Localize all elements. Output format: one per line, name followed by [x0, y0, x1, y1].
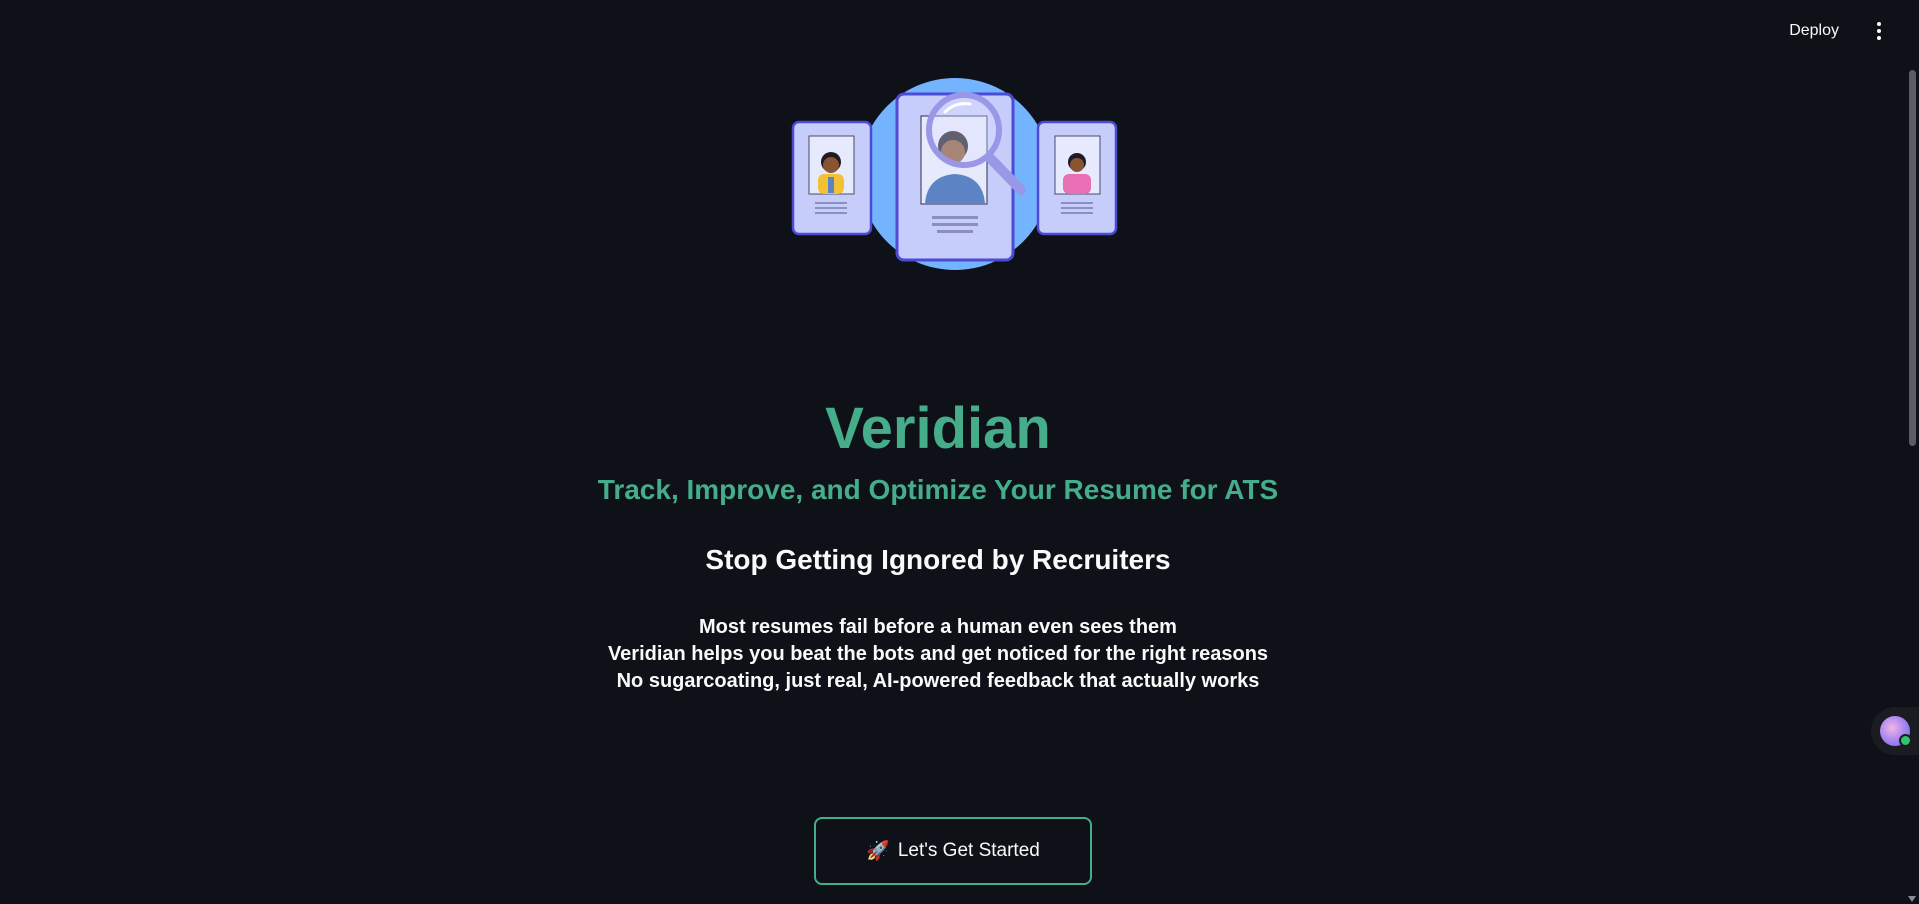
scroll-down-arrow-icon[interactable] — [1908, 896, 1916, 902]
resume-card-right — [1036, 120, 1118, 236]
get-started-button[interactable]: 🚀 Let's Get Started — [814, 817, 1092, 885]
vertical-dot — [1877, 36, 1881, 40]
vertical-dot — [1877, 29, 1881, 33]
app-title: Veridian — [825, 396, 1051, 461]
app-subtitle: Track, Improve, and Optimize Your Resume… — [597, 474, 1279, 505]
top-toolbar: Deploy — [1779, 0, 1919, 62]
rocket-icon: 🚀 — [866, 841, 890, 862]
tagline-line: Veridian helps you beat the bots and get… — [607, 643, 1269, 665]
vertical-dots-icon — [1877, 22, 1881, 26]
vertical-scrollbar[interactable] — [1905, 62, 1919, 904]
resume-card-left — [791, 120, 873, 236]
app-root: Deploy Veridian Track, Improve, and Opti… — [0, 0, 1919, 904]
section-headline: Stop Getting Ignored by Recruiters — [705, 544, 1171, 575]
get-started-label: Let's Get Started — [897, 840, 1040, 861]
resume-search-illustration — [791, 78, 1118, 270]
tagline-line: Most resumes fail before a human even se… — [699, 616, 1177, 638]
scrollbar-thumb[interactable] — [1909, 70, 1916, 446]
deploy-button[interactable]: Deploy — [1779, 16, 1849, 46]
main-menu-button[interactable] — [1869, 17, 1889, 45]
tagline-block: Most resumes fail before a human even se… — [0, 614, 1876, 695]
tagline-line: No sugarcoating, just real, AI-powered f… — [616, 670, 1260, 692]
